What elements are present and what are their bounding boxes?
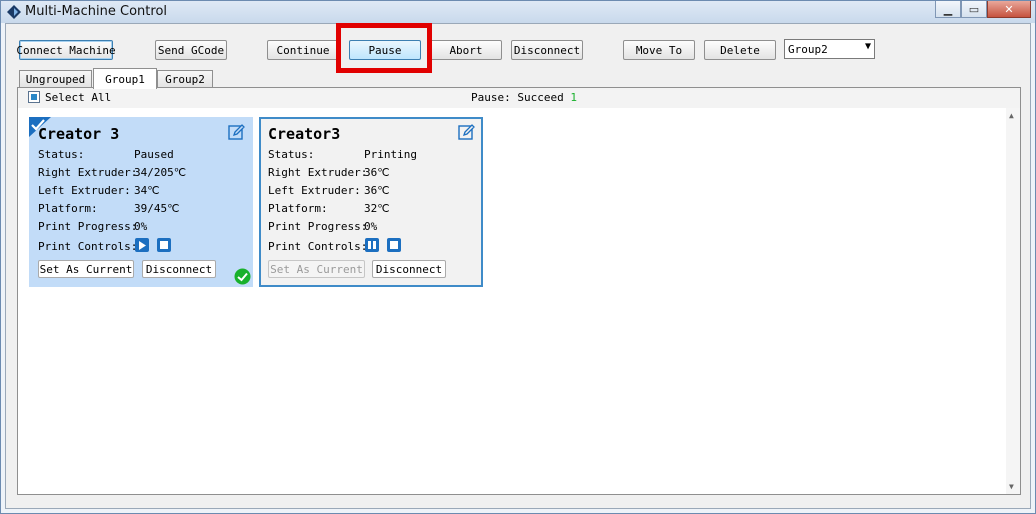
edit-icon[interactable] <box>228 124 245 141</box>
print-controls-row: Print Controls: <box>268 240 367 253</box>
machine-card[interactable]: Creator3 Status: Printing Right Extruder:… <box>259 117 483 287</box>
card-disconnect-button[interactable]: Disconnect <box>372 260 446 278</box>
right-extruder-row: Right Extruder: 34/205℃ <box>38 166 186 179</box>
app-icon <box>7 5 21 19</box>
platform-value: 39/45℃ <box>134 202 180 215</box>
platform-label: Platform: <box>268 202 328 215</box>
status-message: Pause: Succeed 1 <box>471 91 577 104</box>
platform-value: 32℃ <box>364 202 390 215</box>
right-extruder-label: Right Extruder: <box>38 166 138 179</box>
tab-group1[interactable]: Group1 <box>93 68 157 89</box>
scroll-down-icon[interactable]: ▼ <box>1009 482 1014 491</box>
right-extruder-value: 36℃ <box>364 166 390 179</box>
status-label: Status: <box>268 148 315 161</box>
connected-check-icon <box>234 268 251 285</box>
send-gcode-button[interactable]: Send GCode <box>155 40 227 60</box>
play-button[interactable] <box>135 238 149 252</box>
print-progress-label: Print Progress: <box>268 220 368 233</box>
print-progress-row: Print Progress: 0% <box>38 220 147 233</box>
set-as-current-button[interactable]: Set As Current <box>38 260 134 278</box>
left-extruder-value: 36℃ <box>364 184 390 197</box>
tab-ungrouped[interactable]: Ungrouped <box>19 70 92 88</box>
stop-button[interactable] <box>157 238 171 252</box>
main-window: Multi-Machine Control ▁ ▭ ✕ Connect Mach… <box>0 0 1036 514</box>
select-all-label: Select All <box>45 91 112 104</box>
left-extruder-label: Left Extruder: <box>268 184 361 197</box>
right-extruder-value: 34/205℃ <box>134 166 187 179</box>
group-select-value: Group2 <box>788 42 828 56</box>
status-value: Printing <box>364 148 417 161</box>
right-extruder-label: Right Extruder: <box>268 166 368 179</box>
chevron-down-icon: ▼ <box>864 41 871 52</box>
scroll-up-icon[interactable]: ▲ <box>1009 111 1014 120</box>
close-icon: ✕ <box>1004 2 1014 16</box>
play-icon <box>139 240 146 250</box>
close-button[interactable]: ✕ <box>987 1 1031 18</box>
group-panel: Select All Pause: Succeed 1 Creator 3 St… <box>17 87 1021 495</box>
disconnect-button[interactable]: Disconnect <box>511 40 583 60</box>
pause-highlight-box <box>336 23 432 73</box>
select-all-checkbox[interactable] <box>28 91 40 103</box>
platform-label: Platform: <box>38 202 98 215</box>
left-extruder-label: Left Extruder: <box>38 184 131 197</box>
delete-button[interactable]: Delete <box>704 40 776 60</box>
print-progress-value: 0% <box>134 220 148 233</box>
status-label: Status: <box>38 148 85 161</box>
window-title: Multi-Machine Control <box>25 4 168 19</box>
minimize-button[interactable]: ▁ <box>935 1 961 18</box>
title-bar: Multi-Machine Control ▁ ▭ ✕ <box>1 1 1035 23</box>
status-value: Paused <box>134 148 174 161</box>
edit-icon[interactable] <box>458 124 475 141</box>
group-select[interactable]: Group2 ▼ <box>784 39 875 59</box>
status-row: Status: Printing <box>268 148 417 161</box>
stop-icon <box>160 241 168 249</box>
print-controls-label: Print Controls: <box>268 240 368 253</box>
pause-print-button[interactable] <box>365 238 379 252</box>
machine-list: Creator 3 Status: Paused Right Extruder: 3… <box>18 108 1006 494</box>
connect-machine-button[interactable]: Connect Machine <box>16 40 116 60</box>
machine-name: Creator 3 <box>38 125 120 143</box>
right-extruder-row: Right Extruder: 36℃ <box>268 166 390 179</box>
move-to-button[interactable]: Move To <box>623 40 695 60</box>
print-controls-row: Print Controls: <box>38 240 137 253</box>
status-count: 1 <box>570 91 577 104</box>
left-extruder-row: Left Extruder: 34℃ <box>38 184 160 197</box>
card-disconnect-button[interactable]: Disconnect <box>142 260 216 278</box>
left-extruder-row: Left Extruder: 36℃ <box>268 184 390 197</box>
vertical-scrollbar[interactable]: ▲ ▼ <box>1006 108 1020 494</box>
continue-button[interactable]: Continue <box>267 40 339 60</box>
maximize-icon: ▭ <box>968 2 980 16</box>
status-message-text: Pause: Succeed <box>471 91 564 104</box>
print-progress-value: 0% <box>364 220 378 233</box>
machine-card[interactable]: Creator 3 Status: Paused Right Extruder: 3… <box>29 117 253 287</box>
platform-row: Platform: 32℃ <box>268 202 390 215</box>
status-row: Status: Paused <box>38 148 174 161</box>
client-area: Connect Machine Send GCode Continue Paus… <box>5 23 1031 509</box>
panel-header: Select All Pause: Succeed 1 <box>18 88 1020 108</box>
print-controls-label: Print Controls: <box>38 240 138 253</box>
stop-button[interactable] <box>387 238 401 252</box>
machine-name: Creator3 <box>268 125 341 143</box>
window-controls: ▁ ▭ ✕ <box>935 1 1031 18</box>
stop-icon <box>390 241 398 249</box>
print-progress-label: Print Progress: <box>38 220 138 233</box>
set-as-current-button: Set As Current <box>268 260 365 278</box>
print-progress-row: Print Progress: 0% <box>268 220 377 233</box>
abort-button[interactable]: Abort <box>430 40 502 60</box>
maximize-button[interactable]: ▭ <box>961 1 987 18</box>
tab-group2[interactable]: Group2 <box>157 70 213 88</box>
pause-icon <box>368 241 376 249</box>
left-extruder-value: 34℃ <box>134 184 160 197</box>
platform-row: Platform: 39/45℃ <box>38 202 179 215</box>
minimize-icon: ▁ <box>943 2 953 16</box>
